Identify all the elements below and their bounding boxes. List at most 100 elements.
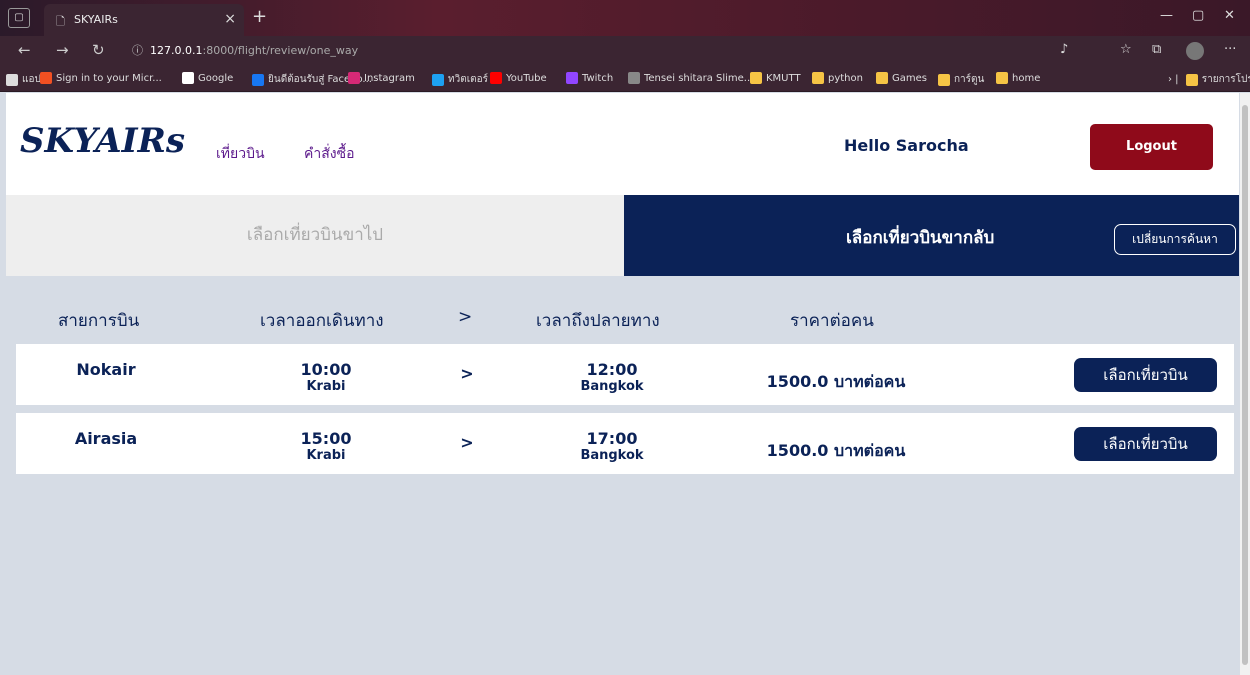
bookmark-item[interactable]: Twitch: [566, 72, 613, 84]
bookmark-item[interactable]: แอป: [6, 72, 41, 87]
arrival-time: 17:00: [586, 429, 638, 448]
bookmark-label: Tensei shitara Slime...: [644, 72, 754, 84]
browser-tab[interactable]: 🗋 SKYAIRs ×: [44, 4, 244, 36]
bookmark-item[interactable]: Games: [876, 72, 927, 84]
flight-steps: เลือกเที่ยวบินขาไป เลือกเที่ยวบินขากลับ …: [6, 195, 1239, 276]
bookmark-icon: [876, 72, 888, 84]
bookmark-label: Games: [892, 72, 927, 84]
site-logo[interactable]: SKYAIRs: [20, 121, 185, 161]
bookmark-label: YouTube: [506, 72, 547, 84]
profile-avatar[interactable]: [1186, 42, 1204, 60]
flight-row: Airasia 15:00 Krabi > 17:00 Bangkok 1500…: [16, 413, 1234, 474]
bookmark-item[interactable]: ทวิตเตอร์: [432, 72, 488, 87]
bookmark-label: การ์ตูน: [954, 74, 985, 85]
departure-city: Krabi: [306, 448, 346, 463]
back-icon[interactable]: ←: [18, 41, 31, 59]
bookmark-icon: [6, 73, 18, 86]
bookmark-icon: [996, 72, 1008, 84]
nav-flights[interactable]: เที่ยวบิน: [216, 143, 265, 165]
arrival: 17:00 Bangkok: [562, 430, 662, 464]
price: 1500.0 บาทต่อคน: [766, 372, 906, 391]
bookmark-label: Twitch: [582, 72, 614, 84]
new-tab-icon[interactable]: +: [252, 6, 267, 27]
bookmark-item[interactable]: home: [996, 72, 1040, 84]
step-return: เลือกเที่ยวบินขากลับ เปลี่ยนการค้นหา: [624, 195, 1239, 276]
departure: 10:00 Krabi: [276, 361, 376, 395]
sidebar-toggle-icon[interactable]: ▢: [8, 8, 30, 28]
logout-button[interactable]: Logout: [1090, 124, 1213, 170]
arrival: 12:00 Bangkok: [562, 361, 662, 395]
col-depart: เวลาออกเดินทาง: [260, 311, 384, 331]
bookmark-label: Google: [198, 72, 234, 84]
page-icon: 🗋: [56, 15, 65, 28]
folder-icon: [1185, 73, 1198, 86]
airline-name: Nokair: [76, 360, 136, 379]
bookmark-item[interactable]: python: [812, 72, 863, 84]
nav-orders[interactable]: คำสั่งซื้อ: [304, 143, 355, 165]
user-greeting: Hello Sarocha: [844, 136, 969, 155]
bookmark-label: Instagram: [364, 72, 415, 84]
bookmark-item[interactable]: Instagram: [348, 72, 415, 84]
bookmark-item[interactable]: การ์ตูน: [938, 72, 984, 87]
bookmark-item[interactable]: Tensei shitara Slime...: [628, 72, 753, 84]
bookmark-icon: [182, 72, 194, 84]
info-icon[interactable]: ⓘ: [132, 44, 143, 57]
flight-row: Nokair 10:00 Krabi > 12:00 Bangkok 1500.…: [16, 344, 1234, 405]
step-return-label: เลือกเที่ยวบินขากลับ: [846, 228, 995, 248]
bookmark-item[interactable]: KMUTT: [750, 72, 801, 84]
refresh-icon[interactable]: ↻: [92, 41, 105, 59]
col-airline: สายการบิน: [58, 311, 140, 331]
minimize-icon[interactable]: —: [1160, 8, 1173, 23]
arrival-city: Bangkok: [580, 379, 644, 394]
change-search-button[interactable]: เปลี่ยนการค้นหา: [1114, 224, 1236, 255]
col-arrive: เวลาถึงปลายทาง: [536, 311, 660, 331]
other-bookmarks[interactable]: › | รายการโปรดอื่นๆ: [1168, 72, 1250, 87]
collections-icon[interactable]: ⧉: [1152, 42, 1161, 57]
col-arrow: >: [458, 307, 473, 327]
tab-title: SKYAIRs: [74, 13, 118, 26]
scrollbar-thumb[interactable]: [1242, 105, 1248, 665]
step-outbound[interactable]: เลือกเที่ยวบินขาไป: [6, 195, 624, 276]
page-scrollbar[interactable]: [1240, 93, 1250, 675]
departure-time: 10:00: [300, 360, 352, 379]
url-host: 127.0.0.1: [150, 44, 203, 57]
airline-name: Airasia: [74, 429, 138, 448]
restore-icon[interactable]: ▢: [1192, 8, 1204, 23]
other-bookmarks-label: รายการโปรดอื่นๆ: [1201, 74, 1250, 85]
more-icon[interactable]: ···: [1224, 42, 1236, 57]
bookmark-icon: [490, 72, 502, 84]
bookmark-icon: [938, 73, 950, 86]
arrival-city: Bangkok: [580, 448, 644, 463]
departure: 15:00 Krabi: [276, 430, 376, 464]
favorites-icon[interactable]: ☆: [1120, 42, 1132, 57]
browser-tab-bar: ▢ 🗋 SKYAIRs × + — ▢ ✕: [0, 0, 1250, 36]
bookmark-icon: [40, 72, 52, 84]
bookmark-icon: [566, 72, 578, 84]
bookmark-icon: [432, 73, 444, 86]
departure-city: Krabi: [306, 379, 346, 394]
bookmarks-bar: › | รายการโปรดอื่นๆ แอป Sign in to your M…: [0, 66, 1250, 92]
route-arrow: >: [460, 364, 474, 383]
bookmark-label: Sign in to your Micr...: [56, 72, 162, 84]
forward-icon[interactable]: →: [56, 41, 69, 59]
bookmark-icon: [348, 72, 360, 84]
tab-close-icon[interactable]: ×: [224, 11, 236, 27]
departure-time: 15:00: [300, 429, 352, 448]
url-field[interactable]: ⓘ 127.0.0.1:8000/flight/review/one_way: [120, 40, 1180, 62]
bookmark-item[interactable]: Sign in to your Micr...: [40, 72, 162, 84]
select-flight-button[interactable]: เลือกเที่ยวบิน: [1074, 358, 1217, 392]
bookmark-item[interactable]: Google: [182, 72, 233, 84]
price: 1500.0 บาทต่อคน: [766, 441, 906, 460]
close-window-icon[interactable]: ✕: [1224, 8, 1235, 23]
bookmark-item[interactable]: YouTube: [490, 72, 547, 84]
bookmark-icon: [252, 73, 264, 86]
url-path: :8000/flight/review/one_way: [202, 44, 359, 57]
read-aloud-icon[interactable]: ♪: [1060, 42, 1068, 57]
bookmark-icon: [750, 72, 762, 84]
select-flight-button[interactable]: เลือกเที่ยวบิน: [1074, 427, 1217, 461]
web-page: SKYAIRs เที่ยวบิน คำสั่งซื้อ Hello Saroc…: [6, 93, 1239, 675]
address-bar-row: ← → ↻ ⓘ 127.0.0.1:8000/flight/review/one…: [0, 36, 1250, 66]
bookmark-label: แอป: [22, 74, 41, 85]
bookmark-icon: [628, 72, 640, 84]
bookmark-label: ทวิตเตอร์: [448, 74, 488, 85]
